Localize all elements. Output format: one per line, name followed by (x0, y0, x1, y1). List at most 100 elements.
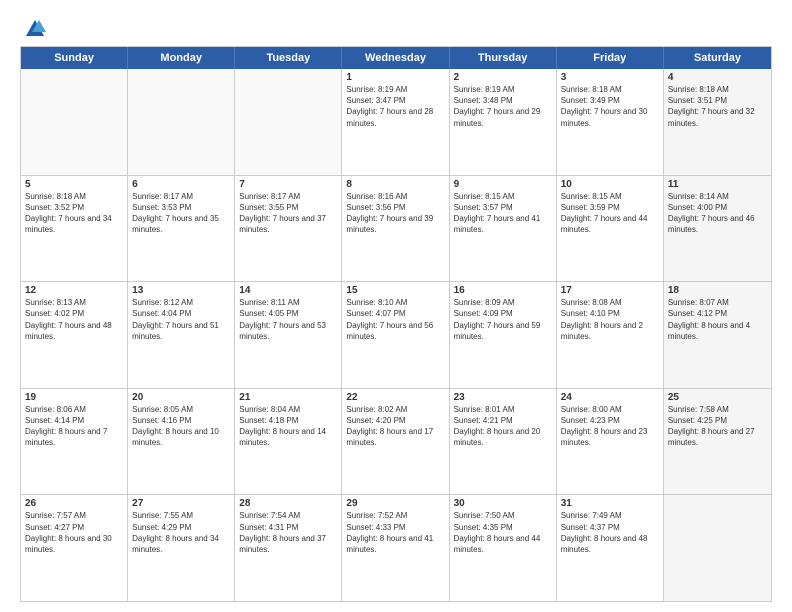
day-info: Sunrise: 8:17 AMSunset: 3:55 PMDaylight:… (239, 191, 337, 236)
day-cell: 26Sunrise: 7:57 AMSunset: 4:27 PMDayligh… (21, 495, 128, 601)
day-cell: 19Sunrise: 8:06 AMSunset: 4:14 PMDayligh… (21, 389, 128, 495)
day-cell: 10Sunrise: 8:15 AMSunset: 3:59 PMDayligh… (557, 176, 664, 282)
day-number: 27 (132, 498, 230, 509)
day-info: Sunrise: 8:16 AMSunset: 3:56 PMDaylight:… (346, 191, 444, 236)
day-header: Saturday (664, 47, 771, 69)
day-number: 29 (346, 498, 444, 509)
day-cell: 16Sunrise: 8:09 AMSunset: 4:09 PMDayligh… (450, 282, 557, 388)
day-info: Sunrise: 7:55 AMSunset: 4:29 PMDaylight:… (132, 510, 230, 555)
day-info: Sunrise: 8:04 AMSunset: 4:18 PMDaylight:… (239, 404, 337, 449)
day-cell: 8Sunrise: 8:16 AMSunset: 3:56 PMDaylight… (342, 176, 449, 282)
day-cell: 17Sunrise: 8:08 AMSunset: 4:10 PMDayligh… (557, 282, 664, 388)
day-cell: 22Sunrise: 8:02 AMSunset: 4:20 PMDayligh… (342, 389, 449, 495)
day-number: 4 (668, 72, 767, 83)
day-number: 30 (454, 498, 552, 509)
day-cell: 7Sunrise: 8:17 AMSunset: 3:55 PMDaylight… (235, 176, 342, 282)
day-info: Sunrise: 8:13 AMSunset: 4:02 PMDaylight:… (25, 297, 123, 342)
day-info: Sunrise: 8:18 AMSunset: 3:52 PMDaylight:… (25, 191, 123, 236)
day-number: 19 (25, 392, 123, 403)
day-number: 22 (346, 392, 444, 403)
day-info: Sunrise: 8:01 AMSunset: 4:21 PMDaylight:… (454, 404, 552, 449)
week-row: 26Sunrise: 7:57 AMSunset: 4:27 PMDayligh… (21, 494, 771, 601)
day-cell: 3Sunrise: 8:18 AMSunset: 3:49 PMDaylight… (557, 69, 664, 175)
day-info: Sunrise: 8:02 AMSunset: 4:20 PMDaylight:… (346, 404, 444, 449)
week-row: 1Sunrise: 8:19 AMSunset: 3:47 PMDaylight… (21, 69, 771, 175)
day-cell (664, 495, 771, 601)
day-header: Sunday (21, 47, 128, 69)
week-row: 19Sunrise: 8:06 AMSunset: 4:14 PMDayligh… (21, 388, 771, 495)
day-cell: 20Sunrise: 8:05 AMSunset: 4:16 PMDayligh… (128, 389, 235, 495)
day-number: 15 (346, 285, 444, 296)
day-cell: 14Sunrise: 8:11 AMSunset: 4:05 PMDayligh… (235, 282, 342, 388)
day-number: 9 (454, 179, 552, 190)
page: SundayMondayTuesdayWednesdayThursdayFrid… (0, 0, 792, 612)
day-cell: 30Sunrise: 7:50 AMSunset: 4:35 PMDayligh… (450, 495, 557, 601)
calendar-body: 1Sunrise: 8:19 AMSunset: 3:47 PMDaylight… (21, 69, 771, 601)
day-info: Sunrise: 8:15 AMSunset: 3:57 PMDaylight:… (454, 191, 552, 236)
day-number: 1 (346, 72, 444, 83)
logo (20, 18, 46, 40)
day-cell: 12Sunrise: 8:13 AMSunset: 4:02 PMDayligh… (21, 282, 128, 388)
day-info: Sunrise: 7:54 AMSunset: 4:31 PMDaylight:… (239, 510, 337, 555)
day-info: Sunrise: 7:50 AMSunset: 4:35 PMDaylight:… (454, 510, 552, 555)
day-number: 5 (25, 179, 123, 190)
day-number: 3 (561, 72, 659, 83)
day-info: Sunrise: 8:09 AMSunset: 4:09 PMDaylight:… (454, 297, 552, 342)
day-info: Sunrise: 8:18 AMSunset: 3:51 PMDaylight:… (668, 84, 767, 129)
header (20, 18, 772, 40)
day-cell (21, 69, 128, 175)
calendar: SundayMondayTuesdayWednesdayThursdayFrid… (20, 46, 772, 602)
day-cell: 1Sunrise: 8:19 AMSunset: 3:47 PMDaylight… (342, 69, 449, 175)
day-info: Sunrise: 7:49 AMSunset: 4:37 PMDaylight:… (561, 510, 659, 555)
day-number: 18 (668, 285, 767, 296)
day-info: Sunrise: 7:58 AMSunset: 4:25 PMDaylight:… (668, 404, 767, 449)
day-info: Sunrise: 7:57 AMSunset: 4:27 PMDaylight:… (25, 510, 123, 555)
day-number: 10 (561, 179, 659, 190)
day-header: Thursday (450, 47, 557, 69)
day-info: Sunrise: 8:07 AMSunset: 4:12 PMDaylight:… (668, 297, 767, 342)
day-info: Sunrise: 8:11 AMSunset: 4:05 PMDaylight:… (239, 297, 337, 342)
day-number: 17 (561, 285, 659, 296)
day-cell: 25Sunrise: 7:58 AMSunset: 4:25 PMDayligh… (664, 389, 771, 495)
day-cell: 24Sunrise: 8:00 AMSunset: 4:23 PMDayligh… (557, 389, 664, 495)
day-number: 13 (132, 285, 230, 296)
day-cell: 31Sunrise: 7:49 AMSunset: 4:37 PMDayligh… (557, 495, 664, 601)
day-info: Sunrise: 8:15 AMSunset: 3:59 PMDaylight:… (561, 191, 659, 236)
day-cell: 27Sunrise: 7:55 AMSunset: 4:29 PMDayligh… (128, 495, 235, 601)
logo-icon (24, 18, 46, 40)
day-number: 28 (239, 498, 337, 509)
day-number: 25 (668, 392, 767, 403)
day-cell (128, 69, 235, 175)
day-number: 21 (239, 392, 337, 403)
day-number: 16 (454, 285, 552, 296)
day-cell: 6Sunrise: 8:17 AMSunset: 3:53 PMDaylight… (128, 176, 235, 282)
day-number: 11 (668, 179, 767, 190)
day-info: Sunrise: 8:05 AMSunset: 4:16 PMDaylight:… (132, 404, 230, 449)
week-row: 12Sunrise: 8:13 AMSunset: 4:02 PMDayligh… (21, 281, 771, 388)
day-number: 20 (132, 392, 230, 403)
day-cell: 28Sunrise: 7:54 AMSunset: 4:31 PMDayligh… (235, 495, 342, 601)
day-number: 7 (239, 179, 337, 190)
day-number: 26 (25, 498, 123, 509)
day-info: Sunrise: 8:00 AMSunset: 4:23 PMDaylight:… (561, 404, 659, 449)
day-header: Wednesday (342, 47, 449, 69)
day-cell: 23Sunrise: 8:01 AMSunset: 4:21 PMDayligh… (450, 389, 557, 495)
day-cell: 21Sunrise: 8:04 AMSunset: 4:18 PMDayligh… (235, 389, 342, 495)
day-number: 2 (454, 72, 552, 83)
day-cell: 13Sunrise: 8:12 AMSunset: 4:04 PMDayligh… (128, 282, 235, 388)
day-header: Monday (128, 47, 235, 69)
day-number: 14 (239, 285, 337, 296)
day-number: 12 (25, 285, 123, 296)
day-cell: 29Sunrise: 7:52 AMSunset: 4:33 PMDayligh… (342, 495, 449, 601)
day-info: Sunrise: 8:18 AMSunset: 3:49 PMDaylight:… (561, 84, 659, 129)
day-cell: 2Sunrise: 8:19 AMSunset: 3:48 PMDaylight… (450, 69, 557, 175)
week-row: 5Sunrise: 8:18 AMSunset: 3:52 PMDaylight… (21, 175, 771, 282)
day-info: Sunrise: 8:19 AMSunset: 3:48 PMDaylight:… (454, 84, 552, 129)
day-header: Friday (557, 47, 664, 69)
day-info: Sunrise: 8:10 AMSunset: 4:07 PMDaylight:… (346, 297, 444, 342)
day-info: Sunrise: 8:17 AMSunset: 3:53 PMDaylight:… (132, 191, 230, 236)
day-cell: 4Sunrise: 8:18 AMSunset: 3:51 PMDaylight… (664, 69, 771, 175)
day-number: 8 (346, 179, 444, 190)
day-headers: SundayMondayTuesdayWednesdayThursdayFrid… (21, 47, 771, 69)
day-info: Sunrise: 8:14 AMSunset: 4:00 PMDaylight:… (668, 191, 767, 236)
